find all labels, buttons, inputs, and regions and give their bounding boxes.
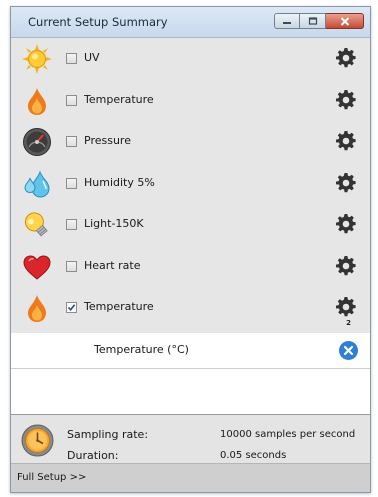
gear-count-badge: 2 <box>346 319 351 327</box>
sensor-label: UV <box>84 51 100 64</box>
remove-measurement-button[interactable] <box>339 341 358 360</box>
gear-icon[interactable] <box>336 255 356 276</box>
sensor-label: Heart rate <box>84 258 141 272</box>
uv-checkbox[interactable] <box>66 53 77 64</box>
sensor-row-pressure[interactable]: Pressure <box>11 121 370 163</box>
temperature-checkbox[interactable] <box>66 94 77 106</box>
sampling-rate-value: 10000 samples per second <box>220 429 356 440</box>
sensor-label: Temperature <box>84 300 154 313</box>
sensor-label: Pressure <box>84 134 131 147</box>
flame-icon <box>22 86 52 116</box>
light-checkbox[interactable] <box>66 219 77 230</box>
sensor-label: Humidity 5% <box>84 175 155 189</box>
light-bulb-icon <box>22 210 52 240</box>
clock-icon <box>21 424 54 457</box>
checkmark-icon <box>67 304 76 312</box>
remove-icon <box>343 345 354 356</box>
temperature-checkbox-checked[interactable] <box>66 302 77 313</box>
window-controls <box>274 13 364 29</box>
gear-icon[interactable] <box>336 214 356 234</box>
sun-icon <box>22 44 52 74</box>
gear-icon[interactable] <box>336 131 356 151</box>
duration-label: Duration: <box>67 449 119 462</box>
heart-icon <box>22 252 52 282</box>
sensor-row-temperature-2[interactable]: Temperature 2 <box>11 287 370 329</box>
sensor-row-temperature[interactable]: Temperature <box>11 80 370 122</box>
sensor-row-heart-rate[interactable]: Heart rate <box>11 246 370 288</box>
sampling-summary: Sampling rate: 10000 samples per second … <box>11 415 370 465</box>
close-button[interactable] <box>326 13 364 29</box>
sampling-rate-label: Sampling rate: <box>67 428 149 441</box>
humidity-checkbox[interactable] <box>66 177 77 189</box>
sensor-list: UV Temperature Pressure Humidity 5% Ligh… <box>11 38 370 333</box>
full-setup-label: Full Setup >> <box>17 472 87 483</box>
pressure-checkbox[interactable] <box>66 136 77 147</box>
duration-value: 0.05 seconds <box>220 450 287 461</box>
heart-rate-checkbox[interactable] <box>66 260 77 272</box>
water-drops-icon <box>22 169 52 199</box>
selected-measurement-label: Temperature (°C) <box>94 343 189 356</box>
maximize-button[interactable] <box>300 13 326 29</box>
minimize-icon <box>283 22 291 24</box>
setup-summary-window: Current Setup Summary UV Temperature Pre… <box>10 6 371 493</box>
gear-icon[interactable] <box>336 48 356 68</box>
gear-icon[interactable] <box>336 297 356 317</box>
gauge-icon <box>22 127 52 157</box>
gear-icon[interactable] <box>336 172 356 193</box>
measurement-list-empty-area <box>11 369 370 415</box>
full-setup-link[interactable]: Full Setup >> <box>11 463 370 492</box>
title-bar[interactable]: Current Setup Summary <box>11 7 370 38</box>
sensor-row-uv[interactable]: UV <box>11 38 370 80</box>
sensor-row-light[interactable]: Light-150K <box>11 204 370 246</box>
gear-icon[interactable] <box>336 89 356 110</box>
sensor-label: Temperature <box>84 92 154 106</box>
maximize-icon <box>308 17 317 25</box>
flame-icon <box>22 293 52 323</box>
minimize-button[interactable] <box>274 13 300 29</box>
window-title: Current Setup Summary <box>28 15 168 29</box>
sensor-row-humidity[interactable]: Humidity 5% <box>11 163 370 205</box>
selected-measurement-row[interactable]: Temperature (°C) <box>11 333 370 369</box>
close-icon <box>340 16 349 26</box>
sensor-label: Light-150K <box>84 217 144 230</box>
